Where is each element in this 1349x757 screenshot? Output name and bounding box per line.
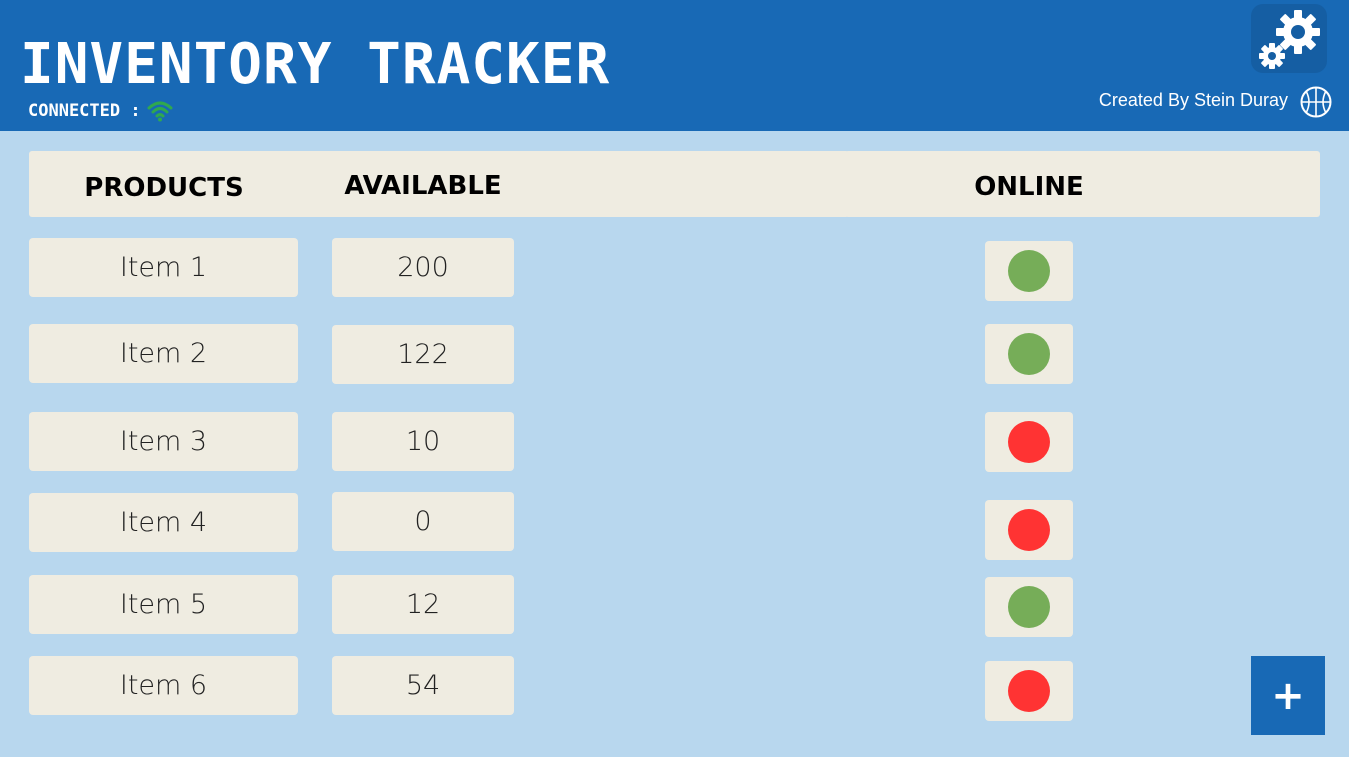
online-status-cell	[985, 241, 1073, 301]
available-cell: 54	[332, 656, 514, 715]
status-indicator-offline	[1008, 509, 1050, 551]
status-indicator-online	[1008, 250, 1050, 292]
status-indicator-offline	[1008, 670, 1050, 712]
available-cell: 200	[332, 238, 514, 297]
product-cell: Item 3	[29, 412, 298, 471]
gear-icon	[1259, 10, 1320, 69]
available-cell: 122	[332, 325, 514, 384]
product-cell: Item 1	[29, 238, 298, 297]
online-status-cell	[985, 324, 1073, 384]
wifi-icon	[147, 101, 173, 122]
product-cell: Item 6	[29, 656, 298, 715]
product-cell: Item 5	[29, 575, 298, 634]
column-header-products: PRODUCTS	[84, 173, 244, 203]
column-header-online: ONLINE	[974, 172, 1084, 202]
available-cell: 0	[332, 492, 514, 551]
app-title: INVENTORY TRACKER	[20, 32, 611, 97]
status-indicator-offline	[1008, 421, 1050, 463]
basketball-logo-icon	[1300, 86, 1332, 118]
status-indicator-online	[1008, 333, 1050, 375]
online-status-cell	[985, 661, 1073, 721]
credit-text: Created By Stein Duray	[1098, 90, 1288, 110]
online-status-cell	[985, 577, 1073, 637]
connection-status-label: CONNECTED :	[28, 101, 141, 121]
status-indicator-online	[1008, 586, 1050, 628]
settings-button[interactable]	[1251, 4, 1327, 73]
product-cell: Item 2	[29, 324, 298, 383]
column-header-available: AVAILABLE	[344, 171, 502, 201]
online-status-cell	[985, 412, 1073, 472]
add-item-button[interactable]: +	[1251, 656, 1325, 735]
app-header: INVENTORY TRACKER CONNECTED : Created By…	[0, 0, 1349, 131]
online-status-cell	[985, 500, 1073, 560]
connection-status: CONNECTED :	[28, 100, 173, 122]
available-cell: 12	[332, 575, 514, 634]
product-cell: Item 4	[29, 493, 298, 552]
available-cell: 10	[332, 412, 514, 471]
